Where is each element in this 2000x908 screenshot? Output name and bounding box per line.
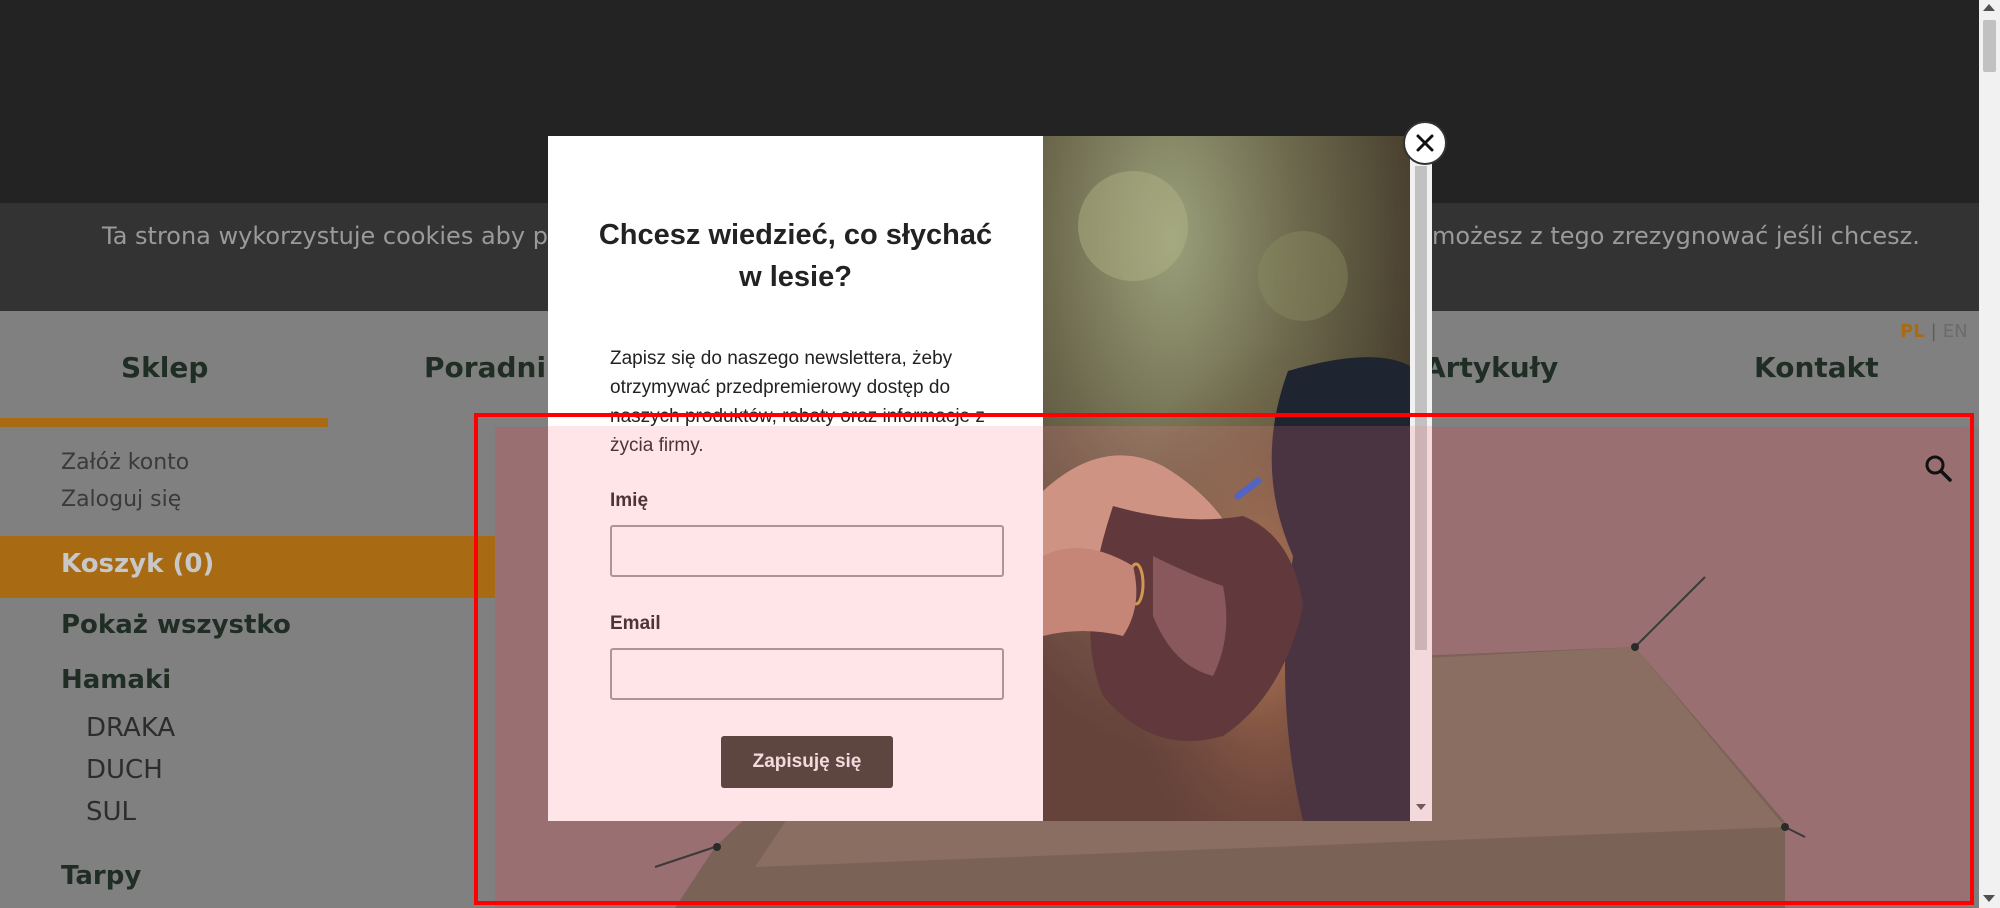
sidebar-item-tarps[interactable]: Tarpy [61,861,141,891]
close-icon[interactable] [1403,121,1447,165]
newsletter-modal: Chcesz wiedzieć, co słychać w lesie? Zap… [548,136,1432,821]
create-account-link[interactable]: Załóż konto [61,450,189,475]
lang-separator: | [1930,321,1937,342]
modal-scroll-down-icon[interactable] [1416,804,1426,810]
modal-scrollbar[interactable] [1410,136,1432,821]
sidebar-subitem-draka[interactable]: DRAKA [86,713,175,743]
nav-item-contact[interactable]: Kontakt [1754,351,1879,384]
modal-title: Chcesz wiedzieć, co słychać w lesie? [598,219,993,293]
email-field[interactable] [610,648,1004,700]
modal-scrollbar-thumb[interactable] [1415,166,1427,650]
login-link[interactable]: Zaloguj się [61,487,181,512]
cookie-banner-text-right: możesz z tego zrezygnować jeśli chcesz. [1432,222,1920,250]
nav-item-articles[interactable]: Artykuły [1424,351,1558,384]
sidebar-subitem-duch[interactable]: DUCH [86,755,163,785]
modal-description: Zapisz się do naszego newslettera, żeby … [610,348,985,456]
lang-pl-link[interactable]: PL [1900,321,1925,342]
sidebar-item-hammocks[interactable]: Hamaki [61,665,171,695]
page-scrollbar[interactable] [1979,0,2000,908]
sidebar-item-show-all[interactable]: Pokaż wszystko [61,610,291,640]
nav-item-shop[interactable]: Sklep [121,351,208,384]
newsletter-photo [1043,136,1410,821]
name-field[interactable] [610,525,1004,577]
active-nav-indicator [0,418,328,427]
cookie-banner-text-left: Ta strona wykorzystuje cookies aby pop [102,222,578,250]
nav-item-guide[interactable]: Poradnik [424,351,565,384]
page-scrollbar-thumb[interactable] [1983,20,1996,72]
subscribe-button[interactable]: Zapisuję się [721,736,893,788]
scroll-down-icon[interactable] [1983,895,1995,902]
search-icon[interactable] [1924,454,1952,482]
email-field-label: Email [610,613,661,634]
lang-en-link[interactable]: EN [1943,321,1968,342]
sidebar-subitem-sul[interactable]: SUL [86,797,136,827]
language-switcher: PL | EN [1900,321,1968,342]
name-field-label: Imię [610,490,649,511]
newsletter-form-panel: Chcesz wiedzieć, co słychać w lesie? Zap… [548,136,1043,821]
scroll-up-icon[interactable] [1983,4,1995,11]
cart-label[interactable]: Koszyk (0) [61,549,214,579]
